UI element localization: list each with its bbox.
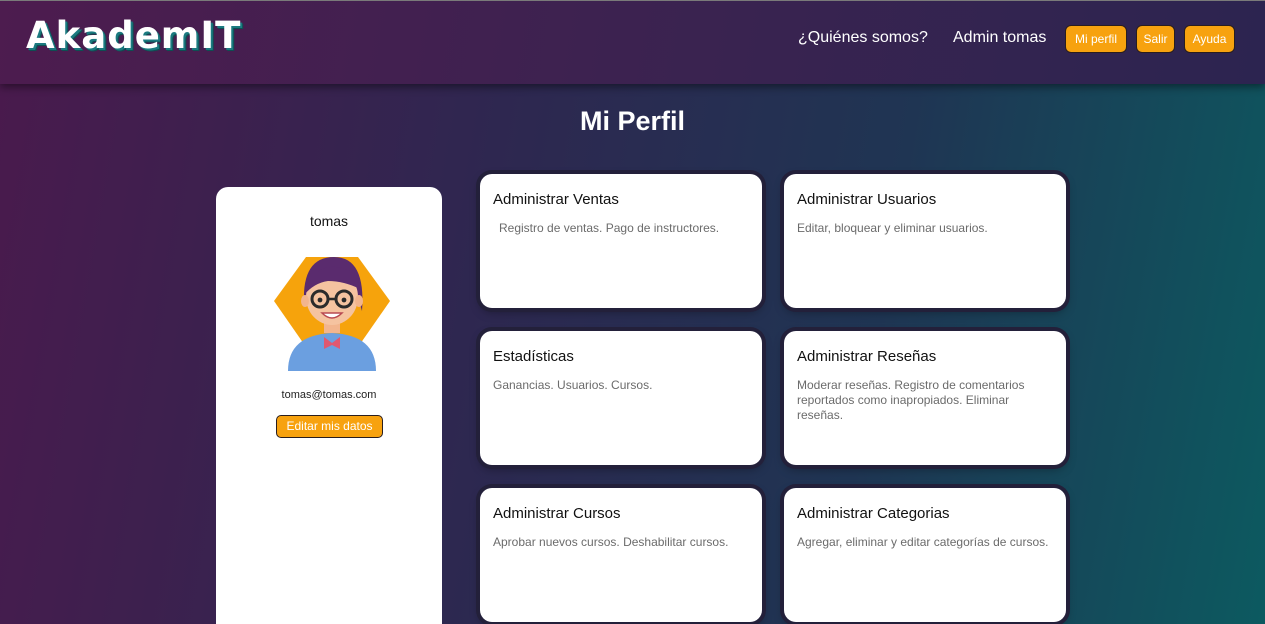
card-administrar-resenas[interactable]: Administrar Reseñas Moderar reseñas. Reg… [784, 331, 1066, 465]
card-description: Editar, bloquear y eliminar usuarios. [797, 221, 988, 235]
card-administrar-categorias[interactable]: Administrar Categorias Agregar, eliminar… [784, 488, 1066, 622]
card-description: Registro de ventas. Pago de instructores… [499, 221, 720, 235]
card-description: Ganancias. Usuarios. Cursos. [493, 378, 653, 392]
card-title: Estadísticas [493, 348, 574, 365]
editar-datos-button[interactable]: Editar mis datos [276, 415, 383, 438]
logo[interactable]: AkademIT [26, 14, 241, 57]
nav-link-quienes-somos[interactable]: ¿Quiénes somos? [798, 29, 928, 47]
card-estadisticas[interactable]: Estadísticas Ganancias. Usuarios. Cursos… [480, 331, 762, 465]
card-administrar-usuarios[interactable]: Administrar Usuarios Editar, bloquear y … [784, 174, 1066, 308]
woman-with-glasses-avatar-icon [274, 257, 390, 371]
card-administrar-cursos[interactable]: Administrar Cursos Aprobar nuevos cursos… [480, 488, 762, 622]
card-title: Administrar Reseñas [797, 348, 937, 365]
card-description: Aprobar nuevos cursos. Deshabilitar curs… [493, 535, 729, 549]
card-title: Administrar Categorias [797, 505, 950, 522]
card-description: Agregar, eliminar y editar categorías de… [797, 535, 1049, 549]
salir-button[interactable]: Salir [1136, 25, 1175, 53]
ayuda-button[interactable]: Ayuda [1184, 25, 1235, 53]
navbar: AkademIT ¿Quiénes somos? Admin tomas Mi … [0, 0, 1265, 84]
card-title: Administrar Ventas [493, 191, 619, 208]
profile-name: tomas [309, 213, 349, 229]
mi-perfil-button[interactable]: Mi perfil [1065, 25, 1127, 53]
card-title: Administrar Cursos [493, 505, 621, 522]
page-title: Mi Perfil [579, 106, 686, 136]
card-administrar-ventas[interactable]: Administrar Ventas Registro de ventas. P… [480, 174, 762, 308]
card-description: Moderar reseñas. Registro de comentarios… [797, 378, 1025, 422]
nav-link-admin-user[interactable]: Admin tomas [953, 29, 1046, 47]
card-title: Administrar Usuarios [797, 191, 937, 208]
profile-email: tomas@tomas.com [281, 389, 377, 401]
profile-card: tomas tomas@tomas.com Editar mis datos [216, 187, 442, 624]
